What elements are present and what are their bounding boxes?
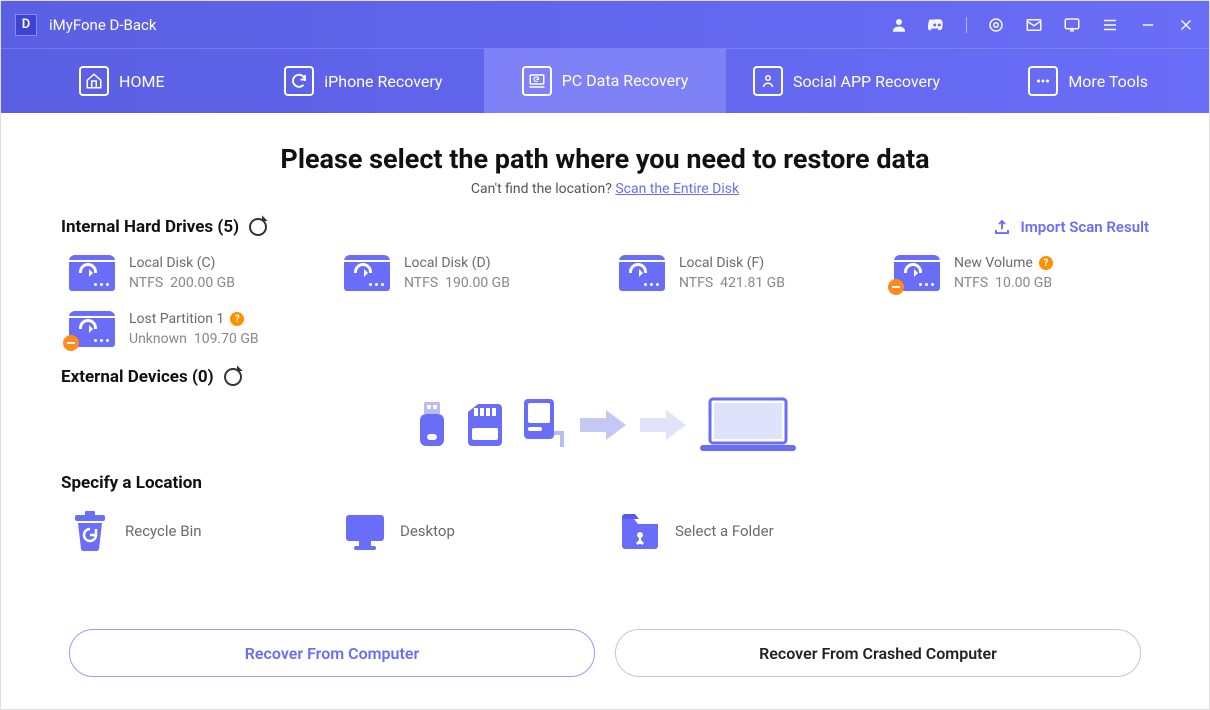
drive-local-d[interactable]: Local Disk (D) NTFS 190.00 GB	[344, 255, 599, 291]
tab-label: Social APP Recovery	[793, 72, 940, 91]
location-label: Desktop	[400, 522, 455, 540]
page-subtitle: Can't find the location? Scan the Entire…	[61, 181, 1149, 197]
recover-from-computer-button[interactable]: Recover From Computer	[69, 629, 595, 677]
help-icon[interactable]: ?	[1039, 256, 1053, 270]
hard-drive-icon	[619, 255, 665, 291]
refresh-icon	[284, 66, 314, 96]
scan-entire-disk-link[interactable]: Scan the Entire Disk	[615, 181, 739, 197]
tab-iphone-recovery[interactable]: iPhone Recovery	[243, 48, 485, 113]
tab-label: More Tools	[1068, 72, 1148, 91]
help-icon[interactable]: ?	[230, 312, 244, 326]
main-content: Please select the path where you need to…	[1, 113, 1209, 709]
page-title: Please select the path where you need to…	[61, 143, 1149, 175]
location-desktop[interactable]: Desktop	[344, 511, 599, 551]
hard-drive-icon	[894, 255, 940, 291]
location-grid: Recycle Bin Desktop Select a Folder	[61, 511, 1149, 551]
location-select-folder[interactable]: Select a Folder	[619, 511, 874, 551]
drive-grid: Local Disk (C) NTFS 200.00 GB Local Disk…	[61, 255, 1149, 347]
menu-icon[interactable]	[1101, 16, 1119, 34]
refresh-external-icon[interactable]	[224, 368, 242, 386]
social-icon	[753, 66, 783, 96]
internal-drives-section: Internal Hard Drives (5) Import Scan Res…	[61, 217, 1149, 347]
bottom-actions: Recover From Computer Recover From Crash…	[61, 611, 1149, 697]
feedback-icon[interactable]	[1063, 16, 1081, 34]
warning-badge-icon	[63, 335, 79, 351]
tab-label: iPhone Recovery	[324, 72, 442, 91]
drive-local-f[interactable]: Local Disk (F) NTFS 421.81 GB	[619, 255, 874, 291]
section-title-internal: Internal Hard Drives (5)	[61, 217, 267, 237]
titlebar: D iMyFone D-Back	[1, 1, 1209, 48]
settings-icon[interactable]	[987, 16, 1005, 34]
discord-icon[interactable]	[928, 16, 946, 34]
minimize-icon[interactable]	[1139, 16, 1157, 34]
pc-recovery-icon	[522, 66, 552, 96]
location-recycle-bin[interactable]: Recycle Bin	[69, 511, 324, 551]
desktop-icon	[344, 511, 386, 551]
specify-location-section: Specify a Location Recycle Bin Desktop S…	[61, 473, 1149, 551]
external-devices-section: External Devices (0)	[61, 367, 1149, 453]
refresh-drives-icon[interactable]	[249, 218, 267, 236]
folder-icon	[619, 511, 661, 551]
close-icon[interactable]	[1177, 16, 1195, 34]
titlebar-divider	[966, 17, 967, 33]
more-icon	[1028, 66, 1058, 96]
import-link-label: Import Scan Result	[1020, 218, 1149, 236]
arrow-right-icon	[580, 410, 626, 440]
section-header: Internal Hard Drives (5) Import Scan Res…	[61, 217, 1149, 237]
warning-badge-icon	[888, 279, 904, 295]
nav-tabs: HOME iPhone Recovery PC Data Recovery So…	[1, 48, 1209, 113]
mail-icon[interactable]	[1025, 16, 1043, 34]
drive-lost-partition[interactable]: Lost Partition 1? Unknown 109.70 GB	[69, 311, 324, 347]
drive-local-c[interactable]: Local Disk (C) NTFS 200.00 GB	[69, 255, 324, 291]
tab-social-app-recovery[interactable]: Social APP Recovery	[726, 48, 968, 113]
hard-drive-icon	[344, 255, 390, 291]
tab-label: PC Data Recovery	[562, 71, 689, 90]
tab-home[interactable]: HOME	[1, 48, 243, 113]
section-title-external: External Devices (0)	[61, 367, 1149, 387]
location-label: Recycle Bin	[125, 522, 202, 540]
titlebar-controls	[890, 16, 1195, 34]
arrow-right-icon	[640, 410, 686, 440]
sd-card-icon	[464, 404, 506, 446]
laptop-icon	[700, 397, 796, 453]
subline-text: Can't find the location?	[471, 181, 615, 197]
section-title-specify: Specify a Location	[61, 473, 1149, 493]
hard-drive-icon	[69, 255, 115, 291]
app-logo: D	[15, 14, 37, 36]
tab-pc-data-recovery[interactable]: PC Data Recovery	[484, 48, 726, 113]
app-window: D iMyFone D-Back HOME iPhone Recovery PC…	[0, 0, 1210, 710]
tab-label: HOME	[119, 72, 164, 91]
import-scan-result-link[interactable]: Import Scan Result	[992, 218, 1149, 236]
recover-from-crashed-button[interactable]: Recover From Crashed Computer	[615, 629, 1141, 677]
drive-new-volume[interactable]: New Volume? NTFS 10.00 GB	[894, 255, 1149, 291]
recycle-bin-icon	[69, 511, 111, 551]
external-hdd-icon	[520, 399, 566, 451]
external-devices-illustration	[61, 397, 1149, 453]
location-label: Select a Folder	[675, 522, 774, 540]
tab-more-tools[interactable]: More Tools	[967, 48, 1209, 113]
hard-drive-icon	[69, 311, 115, 347]
app-name: iMyFone D-Back	[49, 16, 890, 34]
usb-drive-icon	[414, 400, 450, 450]
user-icon[interactable]	[890, 16, 908, 34]
home-icon	[79, 66, 109, 96]
